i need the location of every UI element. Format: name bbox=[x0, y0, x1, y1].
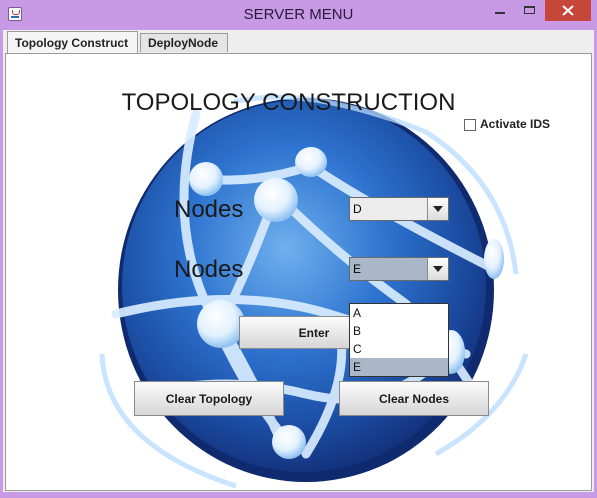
minimize-button[interactable] bbox=[485, 0, 515, 21]
window-titlebar: SERVER MENU bbox=[0, 0, 597, 30]
nodes-label-2: Nodes bbox=[174, 256, 244, 283]
close-button[interactable] bbox=[545, 0, 591, 21]
checkbox-box[interactable] bbox=[464, 118, 476, 131]
dropdown-option-c[interactable]: C bbox=[350, 340, 448, 358]
node-select-2-dropdown: A B C E bbox=[349, 303, 449, 377]
node-select-2-value: E bbox=[353, 262, 362, 276]
tab-bar: Topology Construct DeployNode bbox=[3, 30, 594, 54]
nodes-label-1: Nodes bbox=[174, 196, 244, 223]
window-client-area: Topology Construct DeployNode TOPOLOGY C… bbox=[0, 30, 597, 495]
tab-topology-construct[interactable]: Topology Construct bbox=[7, 31, 138, 53]
dropdown-option-a[interactable]: A bbox=[350, 304, 448, 322]
activate-ids-label: Activate IDS bbox=[480, 117, 551, 131]
dropdown-option-e[interactable]: E bbox=[350, 358, 448, 376]
node-select-2[interactable]: E bbox=[349, 257, 449, 281]
chevron-down-icon[interactable] bbox=[427, 258, 448, 280]
clear-topology-button[interactable]: Clear Topology bbox=[134, 381, 284, 416]
topology-panel: TOPOLOGY CONSTRUCTION Activate IDS Nodes… bbox=[5, 53, 592, 491]
dropdown-option-b[interactable]: B bbox=[350, 322, 448, 340]
node-select-1[interactable]: D bbox=[349, 197, 449, 221]
page-title: TOPOLOGY CONSTRUCTION bbox=[121, 89, 456, 116]
close-icon bbox=[562, 5, 574, 16]
chevron-down-icon[interactable] bbox=[427, 198, 448, 220]
activate-ids-checkbox[interactable]: Activate IDS bbox=[464, 117, 550, 131]
clear-nodes-button[interactable]: Clear Nodes bbox=[339, 381, 489, 416]
node-select-1-value: D bbox=[353, 202, 362, 216]
maximize-button[interactable] bbox=[515, 0, 545, 21]
tab-deploy-node[interactable]: DeployNode bbox=[140, 33, 228, 52]
